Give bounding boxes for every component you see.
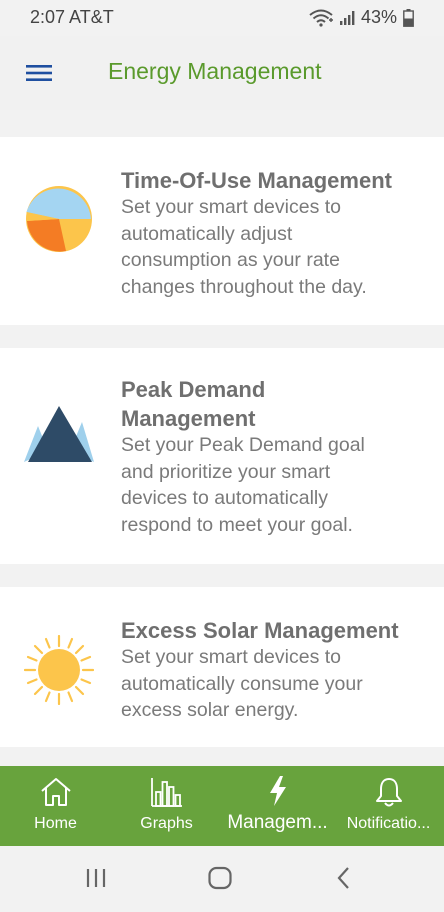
card-title: Excess Solar Management <box>121 618 399 643</box>
lightning-bolt-icon <box>269 776 286 806</box>
card-description: Set your Peak Demand goal and prioritize… <box>121 434 365 536</box>
nav-management[interactable]: Managem... <box>222 766 333 846</box>
card-excess-solar[interactable]: Excess Solar Management Set your smart d… <box>0 587 444 747</box>
card-title: Time-Of-Use Management <box>121 168 392 193</box>
nav-notifications[interactable]: Notificatio... <box>333 766 444 846</box>
nav-graphs[interactable]: Graphs <box>111 766 222 846</box>
card-description: Set your smart devices to automatically … <box>121 646 363 721</box>
card-time-of-use[interactable]: Time-Of-Use Management Set your smart de… <box>0 137 444 325</box>
home-circle-icon[interactable] <box>207 866 233 890</box>
home-icon <box>40 778 71 806</box>
nav-label: Home <box>34 815 77 832</box>
card-title: Peak Demand Management <box>121 377 266 431</box>
status-time: 2:07 AT&T <box>30 7 114 27</box>
wifi-icon <box>309 9 333 27</box>
nav-label: Managem... <box>227 812 328 833</box>
recents-icon[interactable] <box>84 866 108 890</box>
card-peak-demand[interactable]: Peak Demand Management Set your Peak Dem… <box>0 348 444 564</box>
card-description: Set your smart devices to automatically … <box>121 196 367 298</box>
page-title: Energy Management <box>108 58 322 84</box>
status-bar: 2:07 AT&T 43% <box>0 0 444 36</box>
battery-percent: 43% <box>360 7 397 27</box>
bar-chart-icon <box>150 778 182 807</box>
nav-label: Notificatio... <box>346 815 431 832</box>
nav-label: Graphs <box>140 815 193 832</box>
sun-icon <box>24 635 94 705</box>
management-list: Time-Of-Use Management Set your smart de… <box>0 110 444 766</box>
bell-icon <box>375 778 402 807</box>
back-icon[interactable] <box>334 866 354 890</box>
system-nav-bar <box>0 846 444 912</box>
battery-icon <box>403 8 414 27</box>
hamburger-menu-icon[interactable] <box>22 59 56 87</box>
status-icons: 43% <box>309 7 414 28</box>
nav-home[interactable]: Home <box>0 766 111 846</box>
signal-icon <box>339 10 355 25</box>
mountain-peak-icon <box>24 406 94 462</box>
app-bar: Energy Management <box>0 36 444 110</box>
pie-chart-icon <box>26 186 92 252</box>
bottom-nav: Home Graphs Managem... Notificatio... <box>0 766 444 846</box>
